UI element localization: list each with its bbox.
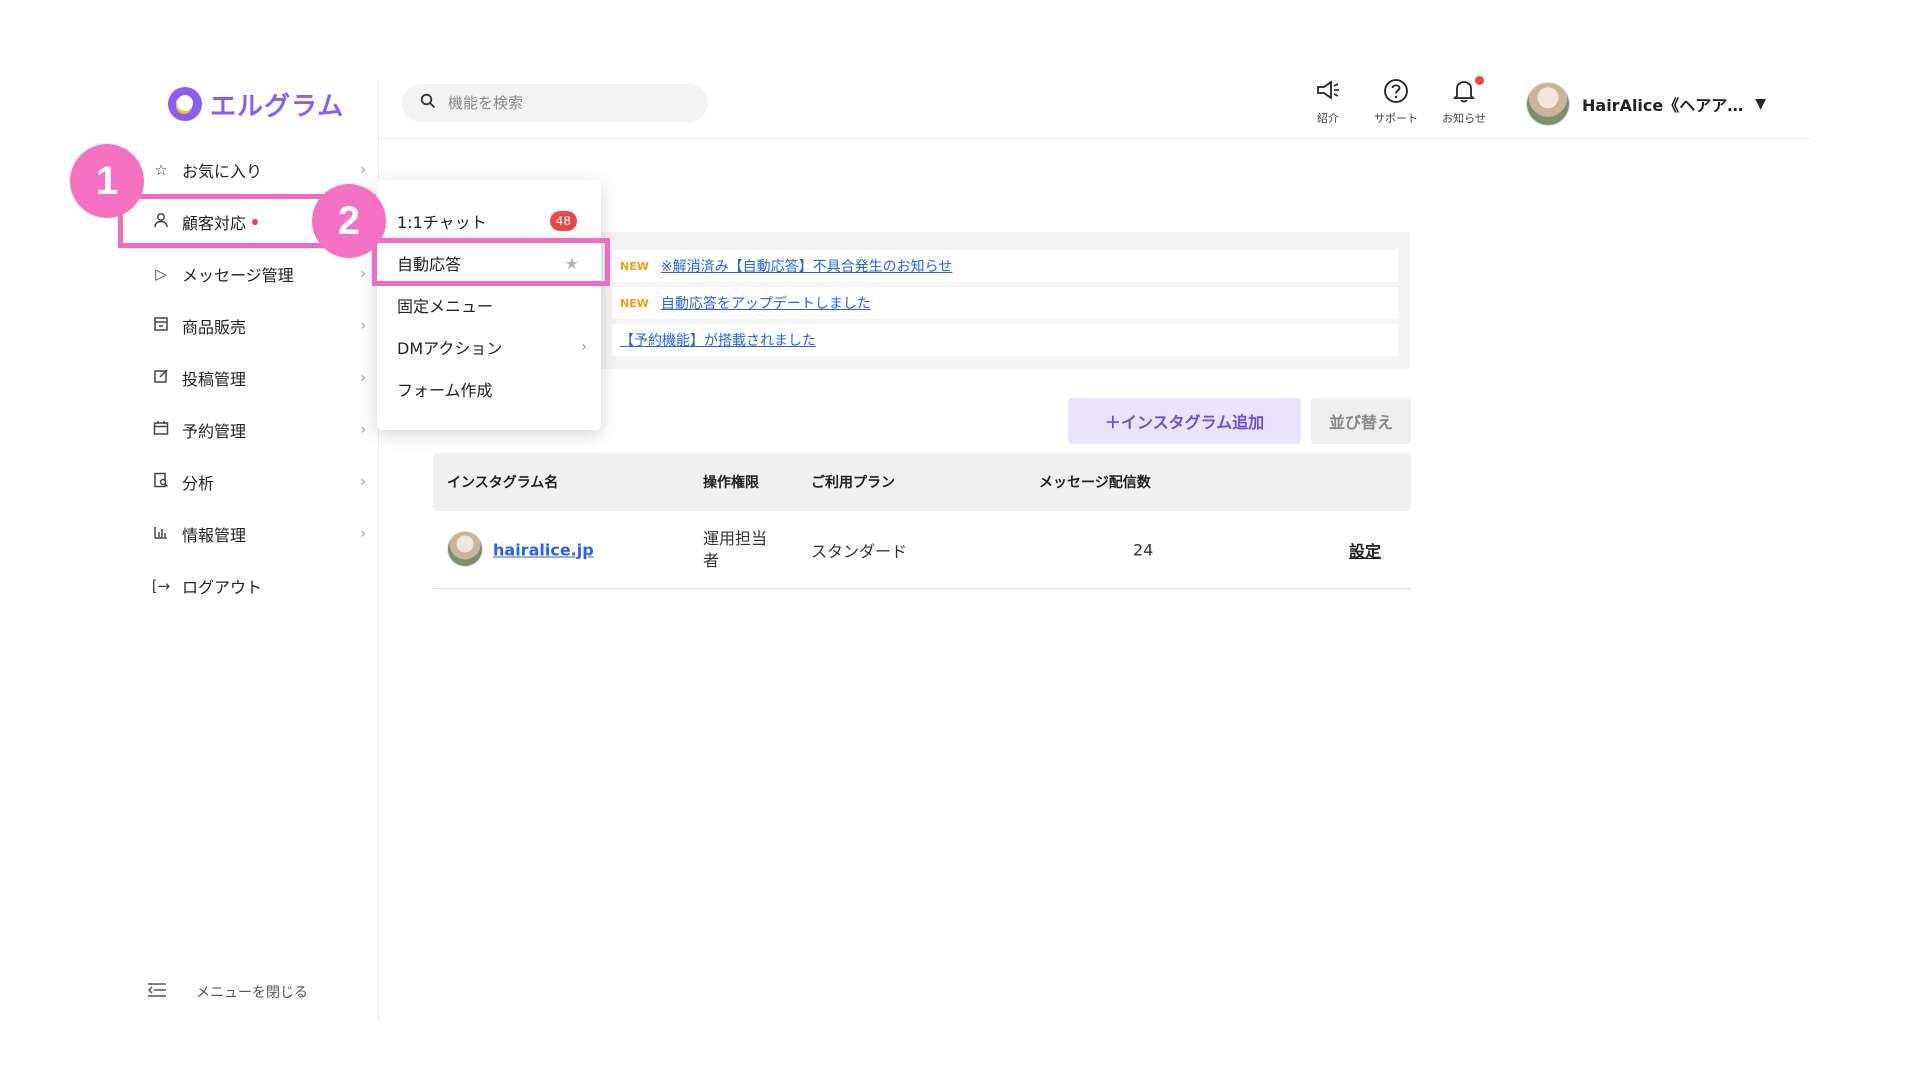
submenu-item-fixed-menu[interactable]: 固定メニュー <box>397 288 587 322</box>
intro-button[interactable]: 紹介 <box>1298 78 1358 126</box>
menu-collapse-icon <box>147 983 166 1001</box>
chevron-right-icon: › <box>360 370 366 386</box>
search-icon <box>420 93 436 113</box>
chevron-right-icon: › <box>360 422 366 438</box>
account-avatar <box>447 531 483 567</box>
permission-cell: 運用担当者 <box>703 528 768 570</box>
analytics-icon <box>148 472 174 492</box>
store-icon <box>148 316 174 336</box>
highlight-box-auto-reply <box>372 238 610 286</box>
sidebar-item-analytics[interactable]: 分析 › <box>148 462 372 502</box>
column-header: メッセージ配信数 <box>1039 475 1151 491</box>
message-count-cell: 24 <box>1133 540 1154 559</box>
notification-dot <box>1475 76 1484 85</box>
sidebar-item-message-management[interactable]: ▷ メッセージ管理 › <box>148 254 372 294</box>
megaphone-icon <box>1315 78 1341 108</box>
intro-label: 紹介 <box>1317 112 1339 125</box>
sidebar-item-label: 投稿管理 <box>182 370 247 389</box>
column-header: 操作権限 <box>703 475 759 491</box>
sidebar-item-label: メッセージ管理 <box>182 266 294 285</box>
chevron-right-icon: › <box>360 526 366 542</box>
avatar <box>1526 82 1570 126</box>
submenu-item-dm-action[interactable]: DMアクション › <box>397 330 587 364</box>
app-logo[interactable]: エルグラム <box>168 84 344 124</box>
news-link[interactable]: 自動応答をアップデートしました <box>661 293 871 313</box>
bell-icon <box>1452 76 1484 108</box>
close-menu-button[interactable]: メニューを閉じる <box>147 982 308 1002</box>
notifications-button[interactable]: お知らせ <box>1434 76 1494 126</box>
submenu-item-label: 固定メニュー <box>397 297 494 316</box>
user-menu[interactable]: HairAlice《ヘアア… ▼ <box>1526 82 1766 126</box>
support-label: サポート <box>1374 112 1418 125</box>
step-callout-1: 1 <box>70 144 144 218</box>
sidebar-item-label: お気に入り <box>182 162 263 181</box>
close-menu-label: メニューを閉じる <box>196 985 308 1001</box>
edit-icon <box>148 368 174 388</box>
unread-count-badge: 48 <box>549 211 577 231</box>
chevron-right-icon: › <box>360 318 366 334</box>
submenu-item-label: 1:1チャット <box>397 213 487 232</box>
sidebar-item-product-sales[interactable]: 商品販売 › <box>148 306 372 346</box>
star-icon: ☆ <box>154 161 168 179</box>
search-bar[interactable] <box>402 84 708 122</box>
new-badge: NEW <box>620 296 649 310</box>
sidebar-item-post-management[interactable]: 投稿管理 › <box>148 358 372 398</box>
header-divider <box>378 138 1810 139</box>
notifications-label: お知らせ <box>1442 112 1486 125</box>
chevron-right-icon: › <box>360 162 366 178</box>
calendar-icon <box>148 420 174 440</box>
submenu-item-label: DMアクション <box>397 339 503 358</box>
logout-icon: [→ <box>151 577 171 595</box>
news-item[interactable]: NEW ※解消済み【自動応答】不具合発生のお知らせ <box>612 250 1398 282</box>
sidebar-item-logout[interactable]: [→ ログアウト <box>148 566 372 606</box>
news-item[interactable]: NEW 自動応答をアップデートしました <box>612 287 1398 319</box>
settings-link[interactable]: 設定 <box>1349 538 1381 562</box>
submenu-item-label: フォーム作成 <box>397 381 493 400</box>
step-callout-2: 2 <box>312 184 386 258</box>
sidebar-item-label: ログアウト <box>182 578 263 597</box>
news-link[interactable]: 【予約機能】が搭載されました <box>620 330 816 350</box>
help-circle-icon <box>1383 78 1409 108</box>
user-name: HairAlice《ヘアア… <box>1582 96 1744 115</box>
sidebar-item-favorites[interactable]: ☆ お気に入り › <box>148 150 372 190</box>
send-icon: ▷ <box>155 265 167 283</box>
account-link[interactable]: hairalice.jp <box>493 540 594 559</box>
support-button[interactable]: サポート <box>1366 78 1426 126</box>
logo-text: エルグラム <box>210 91 345 122</box>
column-header: ご利用プラン <box>811 475 895 491</box>
table-header: インスタグラム名 操作権限 ご利用プラン メッセージ配信数 <box>433 453 1411 511</box>
chevron-right-icon: › <box>360 266 366 282</box>
add-instagram-button[interactable]: ＋インスタグラム追加 <box>1068 398 1301 444</box>
sidebar-item-info-management[interactable]: 情報管理 › <box>148 514 372 554</box>
column-header: インスタグラム名 <box>447 475 559 491</box>
search-input[interactable] <box>448 94 688 112</box>
chevron-right-icon: › <box>581 339 587 355</box>
news-item[interactable]: 【予約機能】が搭載されました <box>612 324 1398 356</box>
logo-mark-icon <box>168 87 202 121</box>
bar-chart-icon <box>148 524 174 544</box>
sidebar-item-label: 予約管理 <box>182 422 247 441</box>
caret-down-icon: ▼ <box>1755 96 1767 112</box>
submenu-item-form[interactable]: フォーム作成 <box>397 372 587 406</box>
sidebar-item-label: 商品販売 <box>182 318 247 337</box>
sidebar-item-label: 情報管理 <box>182 526 247 545</box>
plan-cell: スタンダード <box>811 541 908 561</box>
chevron-right-icon: › <box>360 474 366 490</box>
table-row: hairalice.jp 運用担当者 スタンダード 24 設定 <box>433 511 1411 589</box>
sidebar-item-label: 分析 <box>182 474 215 493</box>
submenu-item-chat[interactable]: 1:1チャット 48 <box>397 204 587 238</box>
sidebar-item-reservation[interactable]: 予約管理 › <box>148 410 372 450</box>
news-link[interactable]: ※解消済み【自動応答】不具合発生のお知らせ <box>661 256 952 276</box>
new-badge: NEW <box>620 259 649 273</box>
customer-support-submenu: 1:1チャット 48 自動応答 ★ 固定メニュー DMアクション › フォーム作… <box>377 180 601 430</box>
sort-button[interactable]: 並び替え <box>1311 398 1411 444</box>
